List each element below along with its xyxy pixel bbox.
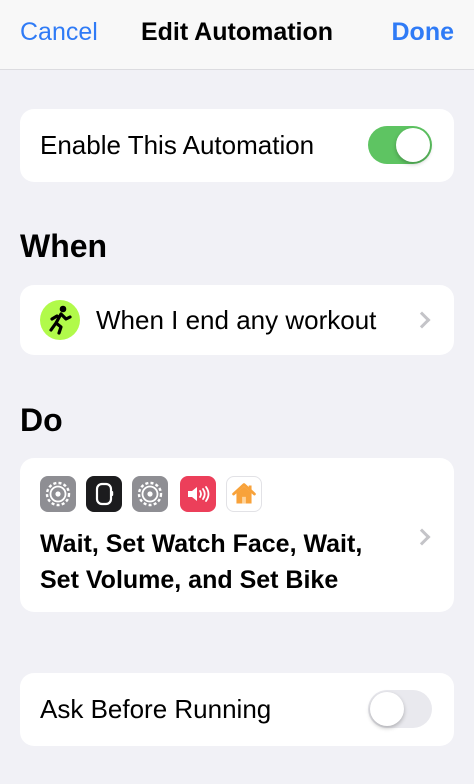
toggle-knob: [370, 692, 404, 726]
ask-before-running-label: Ask Before Running: [40, 694, 272, 724]
actions-summary: Wait, Set Watch Face, Wait, Set Volume, …: [40, 526, 410, 598]
ask-before-running-row: Ask Before Running: [20, 673, 454, 746]
settings-gear-icon: [40, 476, 76, 512]
enable-automation-row: Enable This Automation: [20, 109, 454, 182]
enable-automation-toggle[interactable]: [368, 126, 432, 164]
actions-summary-line: Set Volume, and Set Bike: [40, 566, 339, 594]
ask-before-running-toggle[interactable]: [368, 690, 432, 728]
toggle-knob: [396, 128, 430, 162]
volume-speaker-icon: [180, 476, 216, 512]
do-section-title: Do: [20, 402, 63, 438]
cancel-button[interactable]: Cancel: [20, 18, 98, 47]
enable-automation-label: Enable This Automation: [40, 130, 315, 160]
trigger-label: When I end any workout: [96, 305, 377, 335]
done-button[interactable]: Done: [392, 18, 455, 47]
when-section-title: When: [20, 228, 108, 264]
actions-summary-line: Wait, Set Watch Face, Wait,: [40, 530, 363, 558]
running-figure-icon: [40, 300, 80, 340]
trigger-row[interactable]: When I end any workout: [20, 285, 454, 355]
chevron-right-icon: [413, 311, 431, 329]
actions-row[interactable]: Wait, Set Watch Face, Wait, Set Volume, …: [20, 458, 454, 612]
home-icon: [226, 476, 262, 512]
chevron-right-icon: [413, 528, 431, 546]
settings-gear-icon: [132, 476, 168, 512]
apple-watch-icon: [86, 476, 122, 512]
navigation-bar: Cancel Edit Automation Done: [0, 0, 474, 70]
